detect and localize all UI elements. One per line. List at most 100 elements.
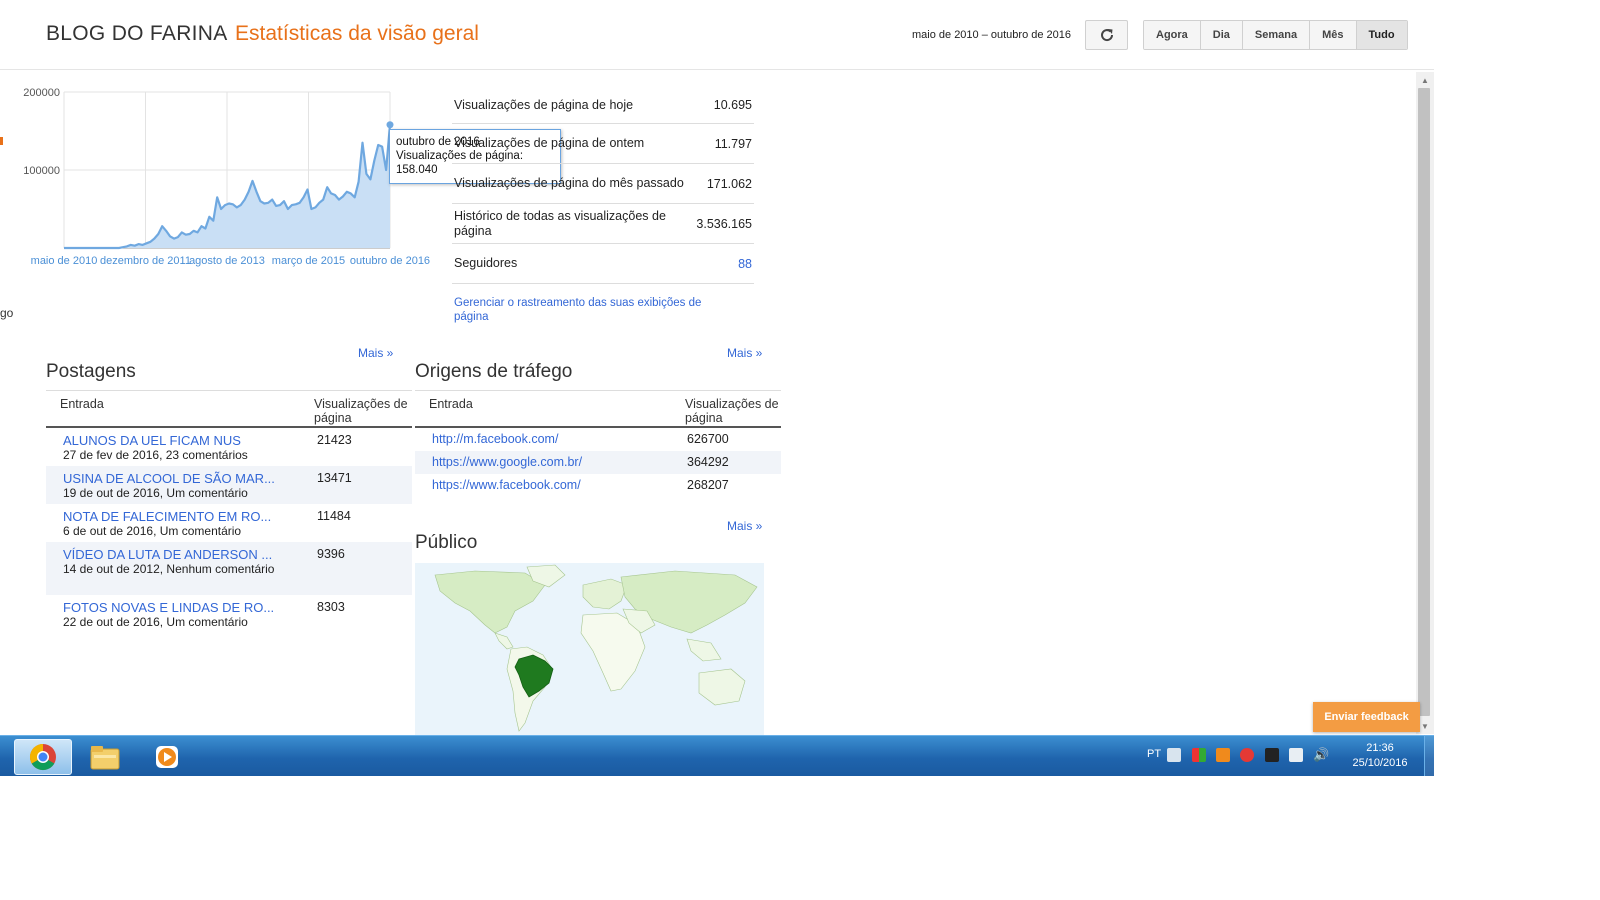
map-southeast-asia — [686, 638, 722, 662]
network-icon[interactable] — [1289, 748, 1303, 762]
map-australia — [698, 668, 746, 706]
stat-label: Visualizações de página do mês passado — [454, 176, 684, 190]
post-views: 21423 — [317, 433, 352, 447]
page-title: Estatísticas da visão geral — [235, 22, 479, 45]
blog-title[interactable]: BLOG DO FARINA — [46, 22, 228, 46]
post-meta: 27 de fev de 2016, 23 comentários — [63, 448, 248, 462]
stat-value: 171.062 — [706, 176, 752, 191]
traffic-more-link[interactable]: Mais » — [727, 346, 762, 360]
followers-count-link[interactable]: 88 — [738, 257, 752, 271]
stat-row: Visualizações de página de hoje 10.695 — [452, 87, 754, 124]
chart-y-tick-label: 200000 — [23, 87, 60, 99]
action-center-icon[interactable] — [1265, 748, 1279, 762]
traffic-views: 364292 — [687, 455, 729, 469]
post-row: VÍDEO DA LUTA DE ANDERSON ... 14 de out d… — [46, 542, 412, 595]
browser-viewport: BLOG DO FARINA · Estatísticas da visão g… — [0, 0, 1434, 776]
stats-summary: Visualizações de página de hoje 10.695 Vis… — [452, 87, 754, 324]
date-range-label: maio de 2010 – outubro de 2016 — [912, 29, 1072, 41]
traffic-row: https://www.google.com.br/364292 — [415, 451, 781, 474]
traffic-source-link[interactable]: https://www.google.com.br/ — [432, 455, 582, 469]
traffic-source-link[interactable]: http://m.facebook.com/ — [432, 432, 558, 446]
range-button-agora[interactable]: Agora — [1144, 21, 1201, 49]
post-views: 13471 — [317, 471, 352, 485]
chart-x-tick-label: outubro de 2016 — [350, 255, 430, 267]
page-scrollbar[interactable]: ▲ ▼ — [1416, 72, 1434, 734]
refresh-button[interactable] — [1085, 20, 1128, 50]
antivirus-icon[interactable] — [1240, 748, 1254, 762]
range-button-mes[interactable]: Mês — [1310, 21, 1357, 49]
traffic-row: https://www.facebook.com/268207 — [415, 474, 781, 497]
volume-icon[interactable]: 🔊 — [1313, 748, 1329, 762]
stats-header: BLOG DO FARINA · Estatísticas da visão g… — [0, 0, 1434, 70]
taskbar-file-explorer[interactable] — [76, 739, 134, 775]
map-north-america — [434, 570, 546, 634]
post-row: ALUNOS DA UEL FICAM NUS 27 de fev de 2016… — [46, 428, 412, 466]
pageviews-chart[interactable]: 200000 100000 maio de 2010 dezembro de 2011… — [0, 80, 440, 280]
taskbar-media-player[interactable] — [138, 739, 196, 775]
manage-tracking-link[interactable]: Gerenciar o rastreamento das suas exibiç… — [452, 296, 722, 324]
traffic-row: http://m.facebook.com/626700 — [415, 428, 781, 451]
truncated-left-text: go — [0, 306, 14, 320]
chart-y-tick-label: 100000 — [23, 165, 60, 177]
post-views: 11484 — [317, 509, 351, 523]
stat-value: 3.536.165 — [696, 216, 752, 231]
stat-row: Visualizações de página do mês passado 17… — [452, 164, 754, 204]
map-central-america — [494, 632, 514, 650]
show-desktop-button[interactable] — [1424, 736, 1434, 776]
stat-label: Visualizações de página de hoje — [454, 97, 634, 112]
audience-world-map[interactable] — [415, 563, 764, 735]
system-clock[interactable]: 21:36 25/10/2016 — [1340, 741, 1420, 771]
posts-col-entry: Entrada — [60, 397, 104, 411]
keyboard-icon[interactable] — [1167, 748, 1181, 762]
post-meta: 19 de out de 2016, Um comentário — [63, 486, 248, 500]
traffic-views: 626700 — [687, 432, 729, 446]
stat-label: Histórico de todas as visualizações de p… — [454, 208, 666, 238]
post-title-link[interactable]: USINA DE ALCOOL DE SÃO MAR... — [63, 471, 275, 486]
posts-col-views: Visualizações de página — [314, 397, 408, 425]
post-meta: 6 de out de 2016, Um comentário — [63, 524, 242, 538]
audience-more-link[interactable]: Mais » — [727, 519, 762, 533]
chart-x-tick-label: maio de 2010 — [31, 255, 98, 267]
scrollbar-thumb[interactable] — [1418, 88, 1430, 716]
stat-label: Visualizações de página de ontem — [454, 136, 645, 150]
stat-label: Seguidores — [454, 256, 518, 270]
traffic-views: 268207 — [687, 478, 729, 492]
taskbar-chrome[interactable] — [14, 739, 72, 775]
update-icon[interactable] — [1216, 748, 1230, 762]
traffic-source-link[interactable]: https://www.facebook.com/ — [432, 478, 581, 492]
chart-x-tick-label: agosto de 2013 — [189, 255, 265, 267]
posts-section-title: Postagens — [46, 361, 136, 382]
traffic-col-entry: Entrada — [429, 397, 473, 411]
chart-highlight-point — [386, 121, 394, 129]
posts-table-header: Entrada Visualizações de página — [46, 390, 412, 428]
time-range-selector: Agora Dia Semana Mês Tudo — [1143, 20, 1408, 50]
traffic-section-title: Origens de tráfego — [415, 361, 573, 382]
stat-value: 11.797 — [714, 136, 752, 151]
post-row: NOTA DE FALECIMENTO EM RO... 6 de out de … — [46, 504, 412, 542]
scroll-up-arrow-icon[interactable]: ▲ — [1416, 74, 1434, 88]
post-views: 8303 — [317, 600, 345, 614]
chart-x-tick-label: dezembro de 2011 — [100, 255, 191, 267]
posts-table: Entrada Visualizações de página ALUNOS D… — [46, 390, 412, 633]
post-title-link[interactable]: NOTA DE FALECIMENTO EM RO... — [63, 509, 271, 524]
tray-language[interactable]: PT — [1147, 748, 1161, 760]
send-feedback-button[interactable]: Enviar feedback — [1313, 702, 1420, 732]
stat-row: Histórico de todas as visualizações de p… — [452, 204, 754, 244]
clock-time: 21:36 — [1366, 742, 1394, 754]
range-button-tudo[interactable]: Tudo — [1356, 21, 1407, 49]
range-button-semana[interactable]: Semana — [1242, 21, 1311, 49]
post-meta: 14 de out de 2012, Nenhum comentário — [63, 562, 275, 576]
post-meta: 22 de out de 2016, Um comentário — [63, 615, 248, 629]
post-title-link[interactable]: VÍDEO DA LUTA DE ANDERSON ... — [63, 547, 272, 562]
post-title-link[interactable]: ALUNOS DA UEL FICAM NUS — [63, 433, 241, 448]
clock-date: 25/10/2016 — [1352, 757, 1408, 769]
range-button-dia[interactable]: Dia — [1200, 21, 1243, 49]
chart-x-tick-label: março de 2015 — [272, 255, 345, 267]
traffic-table: Entrada Visualizações de página http://m… — [415, 390, 781, 497]
file-explorer-icon — [90, 746, 120, 770]
posts-more-link[interactable]: Mais » — [358, 346, 393, 360]
post-title-link[interactable]: FOTOS NOVAS E LINDAS DE RO... — [63, 600, 274, 615]
security-app-icon[interactable] — [1192, 748, 1206, 762]
map-europe — [582, 578, 628, 610]
stat-value: 10.695 — [713, 98, 752, 112]
